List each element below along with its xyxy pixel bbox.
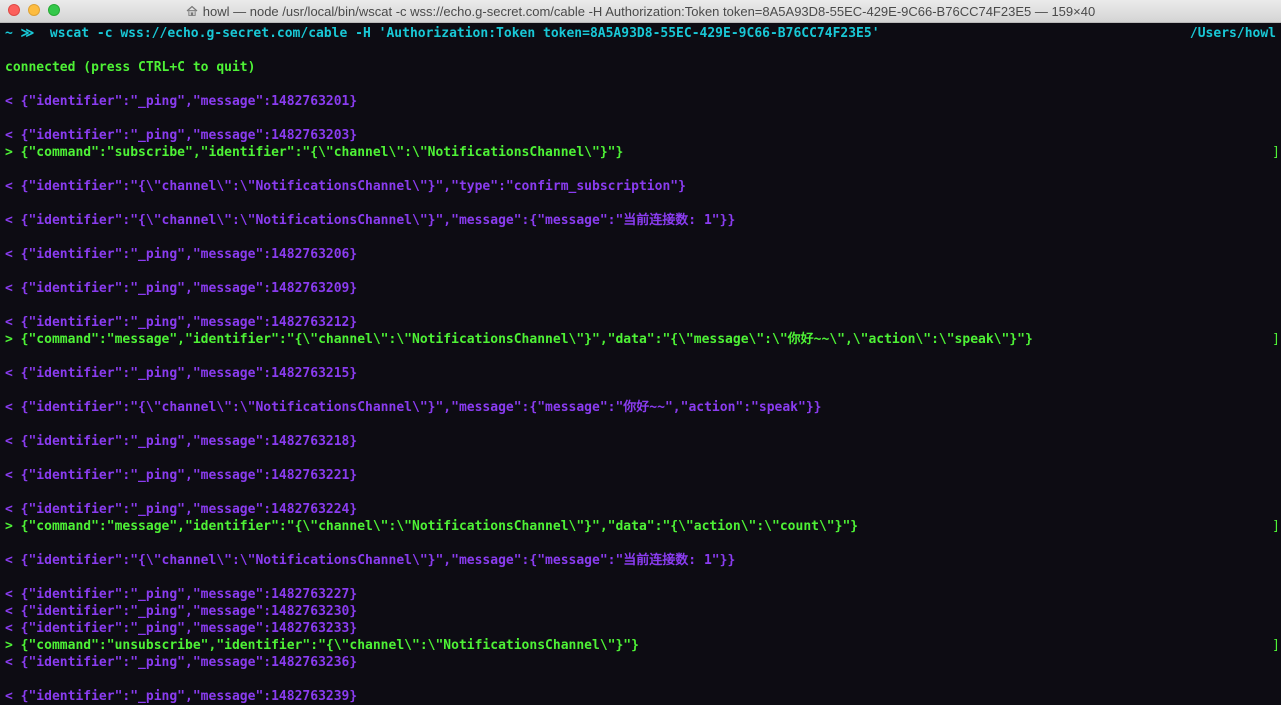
terminal-line: < {"identifier":"_ping","message":148276… <box>5 502 358 517</box>
home-folder-icon <box>186 5 198 16</box>
terminal-line: < {"identifier":"_ping","message":148276… <box>5 247 358 262</box>
window-title-area: howl — node /usr/local/bin/wscat -c wss:… <box>0 0 1281 22</box>
terminal-line: < {"identifier":"_ping","message":148276… <box>5 315 358 330</box>
terminal-line: > {"command":"message","identifier":"{\"… <box>5 332 1033 347</box>
terminal-line: > {"command":"message","identifier":"{\"… <box>5 519 859 534</box>
terminal-line: < {"identifier":"_ping","message":148276… <box>5 621 358 636</box>
terminal-window: howl — node /usr/local/bin/wscat -c wss:… <box>0 0 1281 705</box>
terminal-line: < {"identifier":"_ping","message":148276… <box>5 94 358 109</box>
terminal-line: < {"identifier":"_ping","message":148276… <box>5 128 358 143</box>
line-marker: ] <box>1272 638 1280 653</box>
title-bar: howl — node /usr/local/bin/wscat -c wss:… <box>0 0 1281 23</box>
line-marker: ] <box>1272 332 1280 347</box>
terminal-line: < {"identifier":"_ping","message":148276… <box>5 366 358 381</box>
terminal-line: < {"identifier":"{\"channel\":\"Notifica… <box>5 400 822 415</box>
terminal-line: < {"identifier":"_ping","message":148276… <box>5 689 358 704</box>
prompt-command-line: ~ ≫ wscat -c wss://echo.g-secret.com/cab… <box>5 26 880 41</box>
terminal-line: < {"identifier":"_ping","message":148276… <box>5 587 358 602</box>
terminal-line: < {"identifier":"_ping","message":148276… <box>5 281 358 296</box>
terminal-line: < {"identifier":"_ping","message":148276… <box>5 468 358 483</box>
window-title: howl — node /usr/local/bin/wscat -c wss:… <box>202 3 1096 19</box>
terminal-line: < {"identifier":"_ping","message":148276… <box>5 655 358 670</box>
terminal-line: > {"command":"unsubscribe","identifier":… <box>5 638 639 653</box>
terminal-line: < {"identifier":"{\"channel\":\"Notifica… <box>5 179 686 194</box>
terminal-line: < {"identifier":"_ping","message":148276… <box>5 604 358 619</box>
current-directory: /Users/howl <box>1189 26 1276 41</box>
terminal-line: < {"identifier":"{\"channel\":\"Notifica… <box>5 553 736 568</box>
terminal-line: < {"identifier":"_ping","message":148276… <box>5 434 358 449</box>
line-marker: ] <box>1272 519 1280 534</box>
terminal-line: > {"command":"subscribe","identifier":"{… <box>5 145 624 160</box>
line-marker: ] <box>1272 145 1280 160</box>
connected-message: connected (press CTRL+C to quit) <box>5 60 256 75</box>
terminal-output[interactable]: ~ ≫ wscat -c wss://echo.g-secret.com/cab… <box>0 23 1281 705</box>
terminal-line: < {"identifier":"{\"channel\":\"Notifica… <box>5 213 736 228</box>
